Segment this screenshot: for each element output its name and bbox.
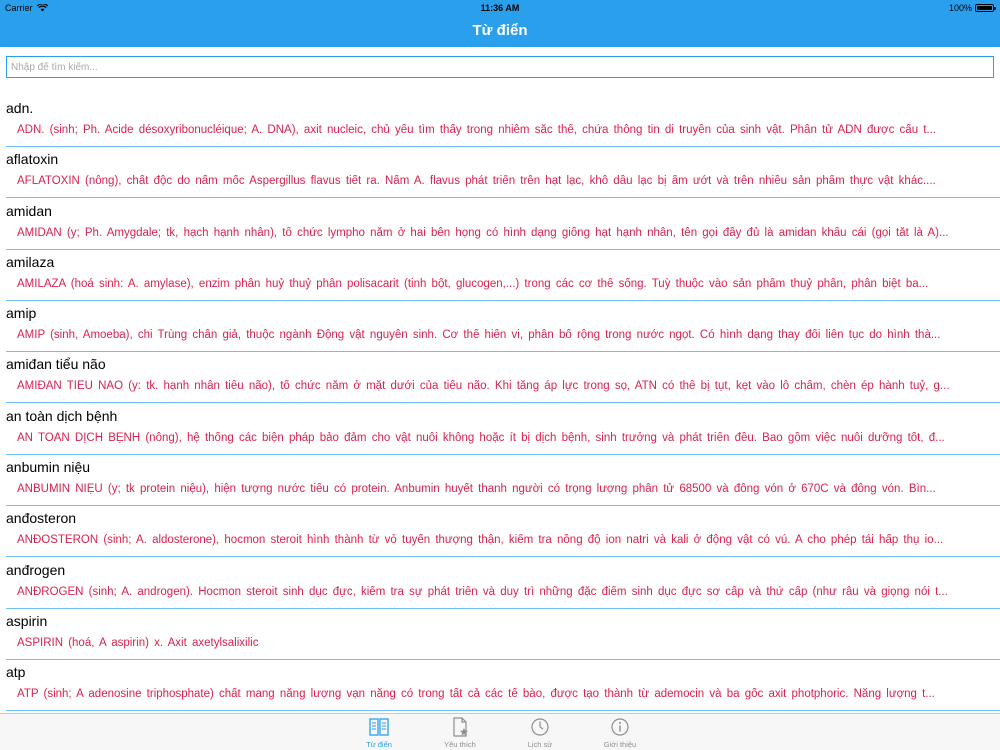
- row-divider: [6, 607, 1000, 609]
- tab-history-label: Lịch sử: [527, 740, 553, 749]
- list-item[interactable]: amilaza AMILAZA (hoá sinh: A. amylase), e…: [0, 252, 1000, 303]
- entry-term: aspirin: [6, 612, 48, 629]
- row-divider: [6, 248, 1000, 250]
- row-divider: [6, 402, 1000, 404]
- search-box[interactable]: [6, 56, 994, 78]
- battery-percent: 100%: [948, 3, 972, 13]
- tab-favorites[interactable]: Yêu thích: [430, 714, 490, 750]
- list-item[interactable]: anđrogen ANĐROGEN (sinh; A. androgen). Ho…: [0, 560, 1000, 611]
- row-divider: [6, 197, 1000, 199]
- list-item[interactable]: amidan AMIDAN (y; Ph. Amygdale; tk, hạch …: [0, 201, 1000, 252]
- entry-definition: AFLATOXIN (nông), chất độc do nấm mốc As…: [17, 175, 936, 188]
- entry-term: amilaza: [6, 253, 55, 270]
- tab-history[interactable]: Lịch sử: [510, 714, 570, 750]
- entry-definition: ANBUMIN NIỆU (y; tk protein niệu), hiện …: [17, 483, 936, 496]
- list-item[interactable]: atp ATP (sinh; A adenosine triphosphate) …: [0, 662, 1000, 712]
- entry-definition: AMIP (sinh, Amoeba), chi Trùng chân giả,…: [17, 329, 941, 342]
- list-item[interactable]: aspirin ASPIRIN (hoá, A aspirin) x. Axit …: [0, 611, 1000, 662]
- entry-definition: AMILAZA (hoá sinh: A. amylase), enzim ph…: [17, 277, 929, 290]
- row-divider: [6, 453, 1000, 455]
- book-icon: [369, 718, 389, 736]
- list-item[interactable]: aflatoxin AFLATOXIN (nông), chất độc do n…: [0, 149, 1000, 200]
- entry-term: amidan: [6, 202, 52, 219]
- entry-definition: AMIDAN (y; Ph. Amygdale; tk, hạch hạnh n…: [17, 226, 949, 239]
- entry-definition: AN TOÀN DỊCH BỆNH (nông), hệ thống các b…: [17, 431, 945, 444]
- info-icon: [611, 718, 629, 736]
- tab-about[interactable]: Giới thiệu: [590, 714, 650, 750]
- row-divider: [6, 556, 1000, 558]
- entry-definition: AMIĐAN TIỂU NÃO (y: tk. hạnh nhân tiểu n…: [17, 380, 950, 393]
- clock-icon: [531, 718, 549, 736]
- entry-definition: ANĐOSTERON (sinh; A. aldosterone), hocmo…: [17, 534, 944, 547]
- entry-term: an toàn dịch bệnh: [6, 407, 118, 424]
- entry-term: aflatoxin: [6, 151, 59, 168]
- row-divider: [6, 146, 1000, 147]
- list-item[interactable]: anbumin niệu ANBUMIN NIỆU (y; tk protein …: [0, 457, 1000, 508]
- status-right: 100%: [948, 3, 996, 13]
- row-divider: [6, 505, 1000, 507]
- list-item[interactable]: amip AMIP (sinh, Amoeba), chi Trùng chân …: [0, 303, 1000, 354]
- entry-definition: ATP (sinh; A adenosine triphosphate) chấ…: [17, 688, 935, 701]
- list-item[interactable]: an toàn dịch bệnh AN TOÀN DỊCH BỆNH (nông…: [0, 406, 1000, 457]
- status-time: 11:36 AM: [480, 3, 520, 13]
- entry-term: anbumin niệu: [6, 459, 91, 476]
- row-divider: [6, 351, 1000, 353]
- row-divider: [6, 299, 1000, 301]
- list-item[interactable]: amiđan tiểu não AMIĐAN TIỂU NÃO (y: tk. h…: [0, 354, 1000, 405]
- row-divider: [6, 658, 1000, 660]
- entry-term: anđosteron: [6, 510, 77, 527]
- entry-term: atp: [6, 664, 26, 681]
- page-title: Từ điển: [472, 22, 528, 39]
- entry-term: amiđan tiểu não: [6, 356, 106, 373]
- list-item[interactable]: anđosteron ANĐOSTERON (sinh; A. aldostero…: [0, 508, 1000, 559]
- list-item[interactable]: adn. ADN. (sinh; Ph. Acide désoxyribonucl…: [0, 98, 1000, 149]
- row-divider: [6, 710, 1000, 712]
- tab-dictionary-label: Từ điển: [366, 740, 392, 749]
- tab-dictionary[interactable]: Từ điển: [349, 714, 409, 750]
- dictionary-list[interactable]: adn. ADN. (sinh; Ph. Acide désoxyribonucl…: [0, 98, 1000, 712]
- favorite-doc-icon: [453, 717, 468, 737]
- entry-definition: ADN. (sinh; Ph. Acide désoxyribonucléiqu…: [17, 124, 937, 136]
- battery-icon: [975, 4, 996, 12]
- entry-definition: ANĐROGEN (sinh; A. androgen). Hocmon ste…: [17, 585, 948, 598]
- tab-bar: Từ điển Yêu thích Lịch sử Giới thiệu: [0, 713, 1000, 750]
- status-bar: Carrier 11:36 AM 100%: [0, 0, 1000, 16]
- entry-term: amip: [6, 305, 37, 322]
- entry-definition: ASPIRIN (hoá, A aspirin) x. Axit axetyls…: [17, 636, 259, 649]
- search-input[interactable]: [7, 57, 993, 78]
- tab-about-label: Giới thiệu: [603, 740, 637, 749]
- entry-term: adn.: [6, 100, 34, 116]
- tab-favorites-label: Yêu thích: [444, 740, 476, 749]
- entry-term: anđrogen: [6, 561, 66, 578]
- navigation-bar: Từ điển: [0, 16, 1000, 47]
